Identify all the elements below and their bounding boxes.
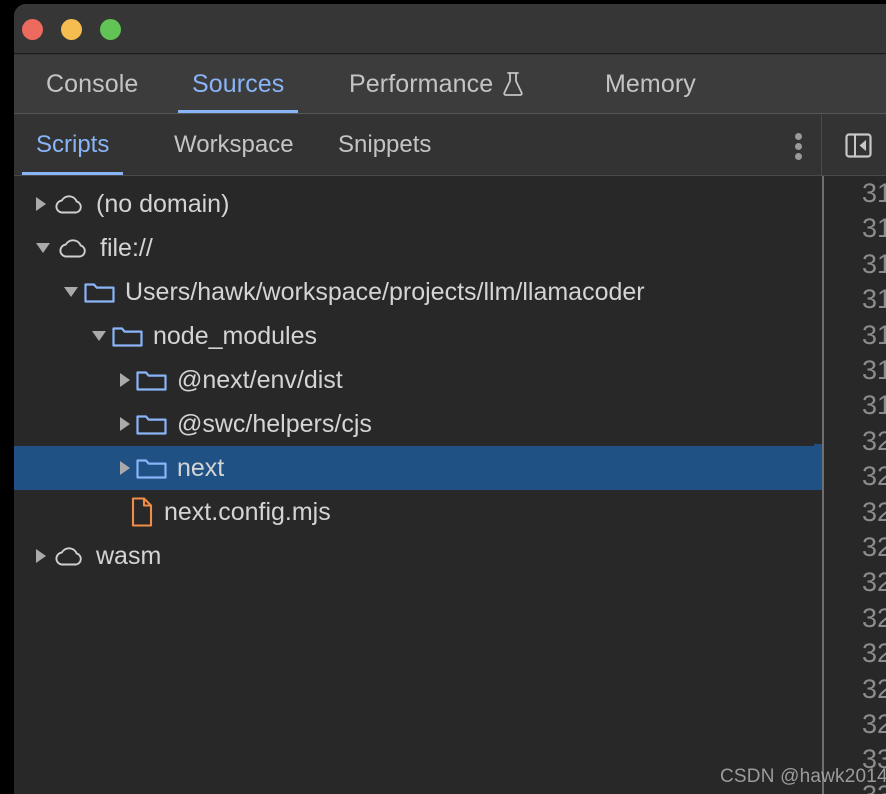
tab-memory-label: Memory <box>605 69 696 98</box>
tab-workspace-label: Workspace <box>174 131 294 158</box>
tree-row-label: Users/hawk/workspace/projects/llm/llamac… <box>125 277 645 306</box>
line-number: 31 <box>862 390 886 421</box>
chevron-right-icon[interactable] <box>120 373 130 387</box>
flask-icon <box>502 71 524 97</box>
kebab-dot <box>795 143 802 150</box>
minimize-window-button[interactable] <box>61 19 82 40</box>
line-number: 31 <box>862 284 886 315</box>
tree-row-label: next.config.mjs <box>164 497 331 526</box>
tab-scripts-label: Scripts <box>36 131 110 158</box>
line-number: 31 <box>862 178 886 208</box>
line-number: 31 <box>862 319 886 350</box>
tree-row[interactable]: wasm <box>14 534 822 578</box>
file-icon <box>130 497 154 527</box>
line-number: 32 <box>862 461 886 492</box>
chevron-down-icon[interactable] <box>92 331 106 341</box>
tab-snippets[interactable]: Snippets <box>324 115 445 175</box>
tab-workspace[interactable]: Workspace <box>160 115 308 175</box>
folder-icon <box>136 412 167 437</box>
tree-row[interactable]: (no domain) <box>14 182 822 226</box>
tree-row[interactable]: node_modules <box>14 314 822 358</box>
tree-row[interactable]: @swc/helpers/cjs <box>14 402 822 446</box>
line-number: 32 <box>862 532 886 562</box>
tree-row-label: node_modules <box>153 321 318 350</box>
main-tab-bar: Console Sources Performance Memory <box>14 55 886 114</box>
tree-row-label: file:// <box>100 233 153 262</box>
line-number: 32 <box>862 638 886 669</box>
kebab-dot <box>795 153 802 160</box>
line-number: 32 <box>862 709 886 739</box>
tree-row-label: @next/env/dist <box>177 365 343 394</box>
maximize-window-button[interactable] <box>100 19 121 40</box>
tab-performance-label: Performance <box>349 69 494 98</box>
more-options-icon[interactable] <box>786 133 812 160</box>
tab-console[interactable]: Console <box>32 55 152 113</box>
tree-row-label: @swc/helpers/cjs <box>177 409 372 438</box>
tree-row-label: next <box>177 453 225 482</box>
folder-icon <box>84 280 115 305</box>
traffic-light-group <box>22 19 121 40</box>
chevron-right-icon[interactable] <box>36 549 46 563</box>
devtools-window: Console Sources Performance Memory Scrip… <box>14 4 886 794</box>
chevron-right-icon[interactable] <box>120 461 130 475</box>
line-number: 31 <box>862 213 886 244</box>
tree-row[interactable]: Users/hawk/workspace/projects/llm/llamac… <box>14 270 822 314</box>
chevron-right-icon[interactable] <box>36 197 46 211</box>
line-number: 32 <box>862 567 886 598</box>
tree-row[interactable]: file:// <box>14 226 822 270</box>
folder-icon <box>136 456 167 481</box>
tree-row-label: (no domain) <box>96 189 230 218</box>
line-number: 32 <box>862 496 886 527</box>
folder-icon <box>136 368 167 393</box>
watermark: CSDN @hawk2014bj <box>720 766 886 787</box>
kebab-dot <box>795 133 802 140</box>
tree-row-label: wasm <box>96 541 162 570</box>
tab-snippets-label: Snippets <box>338 131 432 158</box>
line-number: 32 <box>862 673 886 704</box>
close-window-button[interactable] <box>22 19 43 40</box>
tab-sources-label: Sources <box>192 69 285 98</box>
file-navigator-tree[interactable]: (no domain) file:// Users/hawk/workspace/p… <box>14 176 822 794</box>
cloud-icon <box>52 543 86 569</box>
toolbar-divider <box>821 115 822 176</box>
line-number: 32 <box>862 602 886 633</box>
cloud-icon <box>56 235 90 261</box>
show-navigator-panel-icon[interactable] <box>843 130 874 161</box>
tree-row[interactable]: next.config.mjs <box>14 490 822 534</box>
window-titlebar <box>14 4 886 54</box>
tab-console-label: Console <box>46 69 139 98</box>
tab-performance[interactable]: Performance <box>335 55 538 113</box>
chevron-down-icon[interactable] <box>36 243 50 253</box>
source-code-gutter[interactable]: 313131313131313232323232323232323333 <box>824 176 886 794</box>
sub-tab-bar: Scripts Workspace Snippets <box>14 115 886 176</box>
chevron-down-icon[interactable] <box>64 287 78 297</box>
tree-row[interactable]: next <box>14 446 822 490</box>
tree-row[interactable]: @next/env/dist <box>14 358 822 402</box>
tab-scripts[interactable]: Scripts <box>22 115 124 175</box>
cloud-icon <box>52 191 86 217</box>
chevron-right-icon[interactable] <box>120 417 130 431</box>
folder-icon <box>112 324 143 349</box>
tab-memory[interactable]: Memory <box>591 55 710 113</box>
selection-marker <box>814 444 822 490</box>
line-number: 31 <box>862 355 886 385</box>
tab-sources[interactable]: Sources <box>178 55 299 113</box>
line-number: 32 <box>862 425 886 456</box>
line-number: 31 <box>862 248 886 279</box>
